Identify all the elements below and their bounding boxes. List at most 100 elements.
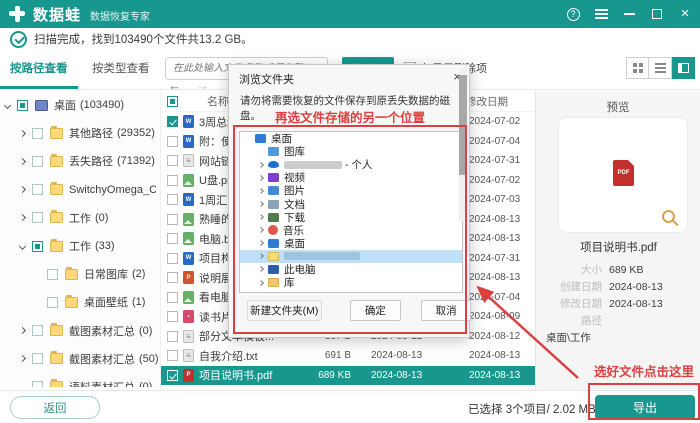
file-checkbox[interactable] <box>167 311 178 322</box>
expand-arrow-icon[interactable] <box>19 355 26 362</box>
folder-checkbox[interactable] <box>32 353 43 364</box>
file-checkbox[interactable] <box>167 116 178 127</box>
new-folder-button[interactable]: 新建文件夹(M) <box>247 300 322 321</box>
forward-arrow-icon[interactable]: → <box>196 78 209 93</box>
sidebar-tree-item[interactable]: 其他路径 (29352) <box>0 119 160 147</box>
folder-checkbox[interactable] <box>32 212 43 223</box>
expand-arrow-icon[interactable] <box>19 158 26 165</box>
expand-arrow-icon[interactable] <box>258 175 264 181</box>
back-button[interactable]: 返回 <box>10 396 100 419</box>
folder-checkbox[interactable] <box>47 269 58 280</box>
file-checkbox[interactable] <box>167 253 178 264</box>
dialog-tree-item[interactable]: 图库 <box>240 145 462 158</box>
export-button[interactable]: 导出 <box>595 395 695 420</box>
expand-arrow-icon[interactable] <box>19 327 26 334</box>
expand-arrow-icon[interactable] <box>258 214 264 220</box>
dialog-tree-item[interactable]: 桌面 <box>240 237 462 250</box>
sidebar-tree-item[interactable]: 工作 (33) <box>0 232 160 260</box>
select-all-checkbox[interactable] <box>167 96 178 107</box>
expand-arrow-icon[interactable] <box>19 186 26 193</box>
sidebar-tree-item[interactable]: 语料素材汇总 (0) <box>0 373 160 387</box>
file-row[interactable]: 自我介绍.txt 691 B 2024-08-13 2024-08-13 <box>161 346 535 366</box>
file-checkbox[interactable] <box>167 155 178 166</box>
file-checkbox[interactable] <box>167 194 178 205</box>
dialog-tree-item[interactable]: 视频 <box>240 171 462 184</box>
folder-checkbox[interactable] <box>32 325 43 336</box>
file-checkbox[interactable] <box>167 136 178 147</box>
folder-icon <box>35 100 48 111</box>
sidebar-tree-item[interactable]: 桌面壁纸 (1) <box>0 288 160 316</box>
expand-arrow-icon[interactable] <box>258 280 264 286</box>
expand-arrow-icon[interactable] <box>258 227 264 233</box>
close-icon[interactable]: × <box>678 7 692 21</box>
expand-arrow-icon[interactable] <box>4 102 11 109</box>
dialog-tree-item[interactable]: 下载 <box>240 211 462 224</box>
back-arrow-icon[interactable]: ← <box>168 78 181 93</box>
expand-arrow-icon[interactable] <box>258 240 264 246</box>
file-modified-date: 2024-07-31 <box>469 253 533 264</box>
dialog-tree-item[interactable]: 此电脑 <box>240 263 462 276</box>
file-checkbox[interactable] <box>167 175 178 186</box>
pdf-file-icon: PDF <box>613 160 634 186</box>
file-checkbox[interactable] <box>167 233 178 244</box>
grid-view-button[interactable] <box>626 57 649 79</box>
sidebar-tree-item[interactable]: 工作 (0) <box>0 204 160 232</box>
modified-column-header[interactable]: 修改日期 <box>466 94 530 109</box>
folder-count: (50) <box>139 353 159 365</box>
sidebar-tree-item[interactable]: 截图素材汇总 (0) <box>0 317 160 345</box>
expand-arrow-icon[interactable] <box>258 254 264 260</box>
minimize-icon[interactable] <box>622 7 636 21</box>
expand-arrow-icon[interactable] <box>19 214 26 221</box>
list-view-button[interactable] <box>649 57 672 79</box>
tab-by-type[interactable]: 按类型查看 <box>92 60 150 76</box>
scrollbar-thumb[interactable] <box>459 75 467 175</box>
expand-arrow-icon[interactable] <box>258 201 264 207</box>
dialog-tree-item[interactable]: 文档 <box>240 197 462 210</box>
file-checkbox[interactable] <box>167 272 178 283</box>
menu-icon[interactable] <box>594 7 608 21</box>
file-checkbox[interactable] <box>167 292 178 303</box>
tab-by-path[interactable]: 按路径查看 <box>10 60 68 76</box>
folder-checkbox[interactable] <box>32 128 43 139</box>
dialog-tree-item[interactable]: 库 <box>240 276 462 289</box>
file-checkbox[interactable] <box>167 214 178 225</box>
dialog-tree-item[interactable]: - 个人 <box>240 158 462 171</box>
file-checkbox[interactable] <box>167 331 178 342</box>
folder-checkbox[interactable] <box>32 241 43 252</box>
file-name: 自我介绍.txt <box>199 348 311 364</box>
dialog-tree-item[interactable]: 桌面 <box>240 132 462 145</box>
sidebar-tree-item[interactable]: 日常图库 (2) <box>0 260 160 288</box>
sidebar-tree-item[interactable]: 丢失路径 (71392) <box>0 147 160 175</box>
dialog-tree-item[interactable] <box>240 250 462 263</box>
file-checkbox[interactable] <box>167 370 178 381</box>
folder-icon <box>50 128 63 139</box>
path-label: 路径 <box>536 313 602 328</box>
detail-view-button[interactable] <box>672 57 695 79</box>
help-icon[interactable]: ? <box>566 7 580 21</box>
expand-arrow-icon[interactable] <box>258 162 264 168</box>
dialog-scrollbar[interactable] <box>459 69 467 221</box>
file-checkbox[interactable] <box>167 350 178 361</box>
dialog-tree-item[interactable]: 图片 <box>240 184 462 197</box>
maximize-icon[interactable] <box>650 7 664 21</box>
expand-arrow-icon[interactable] <box>258 188 264 194</box>
sidebar-tree-item[interactable]: 桌面 (103490) <box>0 91 160 119</box>
file-row[interactable]: 项目说明书.pdf 689 KB 2024-08-13 2024-08-13 <box>161 366 535 386</box>
expand-arrow-icon[interactable] <box>19 130 26 137</box>
folder-checkbox[interactable] <box>17 100 28 111</box>
expand-arrow-icon[interactable] <box>258 267 264 273</box>
folder-checkbox[interactable] <box>32 156 43 167</box>
active-tab-underline <box>0 86 78 89</box>
folder-checkbox[interactable] <box>32 184 43 195</box>
file-type-icon <box>183 193 194 206</box>
ok-button[interactable]: 确定 <box>350 300 402 321</box>
folder-checkbox[interactable] <box>47 297 58 308</box>
sidebar-tree-item[interactable]: SwitchyOmega_Chromiur <box>0 176 160 204</box>
sidebar-tree-item[interactable]: 截图素材汇总 (50) <box>0 345 160 373</box>
dialog-tree-item[interactable]: 音乐 <box>240 224 462 237</box>
zoom-preview-icon[interactable] <box>662 210 675 223</box>
scan-complete-icon <box>10 31 27 48</box>
cancel-button[interactable]: 取消 <box>421 300 471 321</box>
expand-arrow-icon[interactable] <box>19 242 26 249</box>
folder-checkbox[interactable] <box>32 381 43 387</box>
